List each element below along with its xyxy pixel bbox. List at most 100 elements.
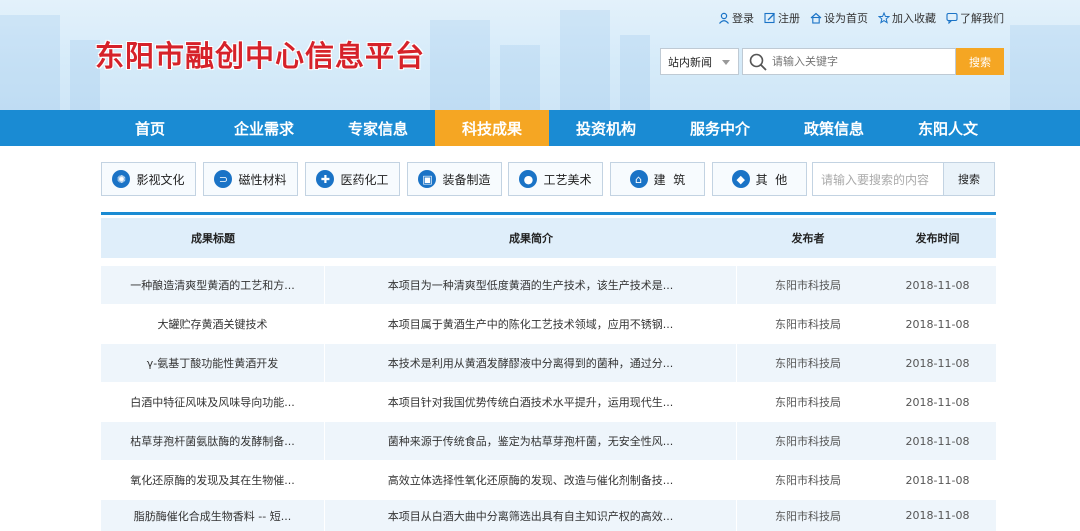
building-icon: ⌂ <box>629 170 648 188</box>
category-label: 其 他 <box>755 172 788 187</box>
search-scope-value: 站内新闻 <box>668 55 712 69</box>
register-label: 注册 <box>778 12 800 25</box>
nav-item-experts[interactable]: 专家信息 <box>321 110 435 146</box>
set-homepage-label: 设为首页 <box>824 12 868 25</box>
row-title[interactable]: 脂肪酶催化合成生物香料 -- 短... <box>101 496 325 531</box>
row-title[interactable]: γ-氨基丁酸功能性黄酒开发 <box>101 344 325 382</box>
category-film-culture[interactable]: ✺ 影视文化 <box>101 162 196 196</box>
row-title[interactable]: 枯草芽孢杆菌氨肽酶的发酵制备... <box>101 422 325 460</box>
nav-item-enterprise-demand[interactable]: 企业需求 <box>207 110 321 146</box>
magnet-icon: ⊃ <box>214 170 233 188</box>
tag-icon: ◆ <box>731 170 750 188</box>
about-us-label: 了解我们 <box>960 12 1004 25</box>
login-link[interactable]: 登录 <box>718 10 754 26</box>
row-title[interactable]: 氧化还原酶的发现及其在生物催... <box>101 461 325 499</box>
table-row[interactable]: 大罐贮存黄酒关键技术 本项目属于黄酒生产中的陈化工艺技术领域，应用不锈钢... … <box>101 305 996 343</box>
atom-icon: ✺ <box>112 170 131 188</box>
category-label: 建 筑 <box>653 172 686 187</box>
table-header: 成果标题 成果简介 发布者 发布时间 <box>101 218 996 258</box>
category-magnetic-materials[interactable]: ⊃ 磁性材料 <box>203 162 298 196</box>
nav-item-tech-achievements[interactable]: 科技成果 <box>435 110 549 146</box>
search-icon <box>749 53 767 71</box>
header-search-box <box>742 48 956 75</box>
top-links: 登录 注册 设为首页 加入收藏 了解我们 <box>718 10 1004 26</box>
skyline-decoration <box>430 20 490 110</box>
category-equipment[interactable]: ▣ 装备制造 <box>407 162 502 196</box>
about-us-link[interactable]: 了解我们 <box>946 10 1004 26</box>
row-title[interactable]: 大罐贮存黄酒关键技术 <box>101 305 325 343</box>
login-label: 登录 <box>732 12 754 25</box>
row-summary: 本项目属于黄酒生产中的陈化工艺技术领域，应用不锈钢... <box>325 305 737 343</box>
home-icon <box>810 12 822 24</box>
table-row[interactable]: 氧化还原酶的发现及其在生物催... 高效立体选择性氧化还原酶的发现、改造与催化剂… <box>101 461 996 499</box>
header-publisher: 发布者 <box>791 232 825 245</box>
table-row[interactable]: 脂肪酶催化合成生物香料 -- 短... 本项目从白酒大曲中分离筛选出具有自主知识… <box>101 496 996 531</box>
star-icon <box>878 12 890 24</box>
chat-icon <box>946 12 958 24</box>
row-date: 2018-11-08 <box>905 317 970 331</box>
row-date: 2018-11-08 <box>905 278 970 292</box>
skyline-decoration <box>620 35 650 110</box>
row-publisher: 东阳市科技局 <box>775 279 841 292</box>
row-summary: 本项目为一种清爽型低度黄酒的生产技术，该生产技术是... <box>325 266 737 304</box>
category-search-input[interactable]: 请输入要搜索的内容 <box>812 162 943 196</box>
row-summary: 菌种来源于传统食品，鉴定为枯草芽孢杆菌，无安全性风... <box>325 422 737 460</box>
category-arts-crafts[interactable]: ● 工艺美术 <box>508 162 603 196</box>
row-summary: 高效立体选择性氧化还原酶的发现、改造与催化剂制备技... <box>325 461 737 499</box>
main-nav: 首页 企业需求 专家信息 科技成果 投资机构 服务中介 政策信息 东阳人文 <box>0 110 1080 146</box>
category-search-button[interactable]: 搜索 <box>943 162 995 196</box>
register-link[interactable]: 注册 <box>764 10 800 26</box>
row-date: 2018-11-08 <box>905 395 970 409</box>
nav-item-service-agency[interactable]: 服务中介 <box>663 110 777 146</box>
row-summary: 本项目针对我国优势传统白酒技术水平提升，运用现代生... <box>325 383 737 421</box>
medkit-icon: ✚ <box>316 170 335 188</box>
category-label: 医药化工 <box>340 172 389 187</box>
row-publisher: 东阳市科技局 <box>775 396 841 409</box>
row-date: 2018-11-08 <box>905 356 970 370</box>
site-logo[interactable]: 东阳市融创中心信息平台 <box>95 33 425 75</box>
row-publisher: 东阳市科技局 <box>775 474 841 487</box>
row-publisher: 东阳市科技局 <box>775 357 841 370</box>
skyline-decoration <box>1010 25 1080 110</box>
table-row[interactable]: 白酒中特征风味及风味导向功能... 本项目针对我国优势传统白酒技术水平提升，运用… <box>101 383 996 421</box>
add-favorite-label: 加入收藏 <box>892 12 936 25</box>
category-label: 工艺美术 <box>543 172 592 187</box>
row-publisher: 东阳市科技局 <box>775 509 841 523</box>
row-summary: 本技术是利用从黄酒发酵醪液中分离得到的菌种，通过分... <box>325 344 737 382</box>
row-publisher: 东阳市科技局 <box>775 435 841 448</box>
table-row[interactable]: γ-氨基丁酸功能性黄酒开发 本技术是利用从黄酒发酵醪液中分离得到的菌种，通过分.… <box>101 344 996 382</box>
header-title: 成果标题 <box>191 232 235 245</box>
table-top-border <box>101 212 996 215</box>
nav-item-home[interactable]: 首页 <box>93 110 207 146</box>
header-search-button[interactable]: 搜索 <box>956 48 1004 75</box>
box-icon: ▣ <box>418 170 437 188</box>
row-title[interactable]: 一种酿造清爽型黄酒的工艺和方... <box>101 266 325 304</box>
nav-item-investment[interactable]: 投资机构 <box>549 110 663 146</box>
chevron-down-icon <box>722 60 730 65</box>
palette-icon: ● <box>519 170 538 188</box>
row-title[interactable]: 白酒中特征风味及风味导向功能... <box>101 383 325 421</box>
row-publisher: 东阳市科技局 <box>775 318 841 331</box>
table-row[interactable]: 枯草芽孢杆菌氨肽酶的发酵制备... 菌种来源于传统食品，鉴定为枯草芽孢杆菌，无安… <box>101 422 996 460</box>
row-date: 2018-11-08 <box>905 473 970 487</box>
nav-item-policy[interactable]: 政策信息 <box>777 110 891 146</box>
nav-item-culture[interactable]: 东阳人文 <box>891 110 1005 146</box>
edit-icon <box>764 12 775 24</box>
search-scope-select[interactable]: 站内新闻 <box>660 48 739 75</box>
table-row[interactable]: 一种酿造清爽型黄酒的工艺和方... 本项目为一种清爽型低度黄酒的生产技术，该生产… <box>101 266 996 304</box>
category-label: 影视文化 <box>136 172 185 187</box>
category-label: 装备制造 <box>442 172 491 187</box>
skyline-decoration <box>0 15 60 110</box>
add-favorite-link[interactable]: 加入收藏 <box>878 10 936 26</box>
header-search-input[interactable] <box>772 55 952 68</box>
row-summary: 本项目从白酒大曲中分离筛选出具有自主知识产权的高效... <box>325 496 737 531</box>
category-architecture[interactable]: ⌂ 建 筑 <box>610 162 705 196</box>
category-other[interactable]: ◆ 其 他 <box>712 162 807 196</box>
skyline-decoration <box>500 45 540 110</box>
set-homepage-link[interactable]: 设为首页 <box>810 10 868 26</box>
category-label: 磁性材料 <box>238 172 287 187</box>
header-date: 发布时间 <box>915 232 960 245</box>
user-icon <box>719 12 729 24</box>
category-pharma-chemical[interactable]: ✚ 医药化工 <box>305 162 400 196</box>
row-date: 2018-11-08 <box>905 434 970 448</box>
